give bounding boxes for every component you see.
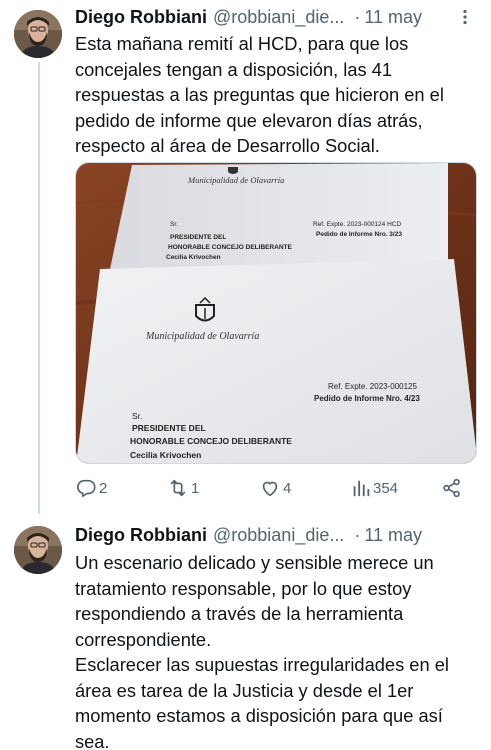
- back-doc-pedido: Pedido de Informe Nro. 3/23: [316, 231, 402, 238]
- back-doc-ref: Ref. Expte. 2023-000124 HCD: [313, 221, 401, 228]
- tweet-paragraph-1: Un escenario delicado y sensible merece …: [75, 552, 434, 650]
- like-button[interactable]: 4: [259, 476, 291, 500]
- tweet-text: Esta mañana remití al HCD, para que los …: [75, 31, 481, 159]
- back-doc-line2: HONORABLE CONCEJO DELIBERANTE: [168, 244, 293, 251]
- separator-dot: ·: [354, 6, 361, 27]
- views-icon: [353, 480, 370, 497]
- like-icon: [262, 481, 278, 497]
- back-doc-sr: Sr.: [170, 221, 178, 228]
- views-count: 354: [373, 479, 399, 497]
- tweet-text-body: Esta mañana remití al HCD, para que los …: [75, 33, 444, 156]
- front-doc-line2: HONORABLE CONCEJO DELIBERANTE: [130, 436, 292, 446]
- avatar-image: [14, 10, 62, 58]
- author-name[interactable]: Diego Robbiani: [75, 525, 207, 546]
- reply-count: 2: [99, 479, 108, 497]
- author-handle[interactable]: @robbiani_die...: [213, 525, 344, 546]
- reply-icon: [77, 479, 96, 498]
- avatar-image: [14, 526, 62, 574]
- tweet-2[interactable]: Diego Robbiani @robbiani_die... · 11 may…: [0, 514, 491, 750]
- front-doc-line3: Cecilia Krivochen: [130, 450, 201, 460]
- like-count: 4: [283, 479, 292, 497]
- share-button[interactable]: [441, 476, 463, 500]
- front-doc-ref: Ref. Expte. 2023-000125: [328, 382, 418, 391]
- avatar[interactable]: [14, 10, 62, 58]
- tweet-date[interactable]: 11 may: [364, 525, 422, 546]
- front-doc-sr: Sr.: [132, 411, 142, 421]
- back-doc-line1: PRESIDENTE DEL: [170, 234, 226, 241]
- back-doc-line3: Cecilia Krivochen: [166, 254, 221, 261]
- tweet-actions: 2 1 4 354: [75, 476, 465, 500]
- back-doc-municipality: Municipalidad de Olavarría: [187, 175, 284, 185]
- author-name[interactable]: Diego Robbiani: [75, 7, 207, 28]
- retweet-count: 1: [191, 479, 200, 497]
- views-button[interactable]: 354: [351, 476, 398, 500]
- tweet-header: Diego Robbiani @robbiani_die... · 11 may: [75, 524, 477, 546]
- retweet-icon: [170, 479, 186, 497]
- front-doc-municipality: Municipalidad de Olavarría: [145, 331, 259, 342]
- back-document-crest: [228, 167, 238, 174]
- retweet-button[interactable]: 1: [167, 476, 199, 500]
- author-handle[interactable]: @robbiani_die...: [213, 7, 344, 28]
- tweet-photo[interactable]: Municipalidad de Olavarría Ref. Expte. 2…: [75, 162, 477, 464]
- tweet-1[interactable]: Diego Robbiani @robbiani_die... · 11 may…: [0, 0, 491, 514]
- tweet-paragraph-2: Esclarecer las supuestas irregularidades…: [75, 654, 449, 750]
- reply-button[interactable]: 2: [75, 476, 107, 500]
- share-icon: [443, 478, 460, 498]
- avatar[interactable]: [14, 526, 62, 574]
- documents-photo: Municipalidad de Olavarría Ref. Expte. 2…: [76, 163, 476, 463]
- front-doc-pedido: Pedido de Informe Nro. 4/23: [314, 394, 420, 403]
- more-icon[interactable]: [455, 8, 475, 26]
- separator-dot: ·: [354, 524, 361, 545]
- front-doc-line1: PRESIDENTE DEL: [132, 423, 206, 433]
- tweet-date[interactable]: 11 may: [364, 7, 422, 28]
- tweet-header: Diego Robbiani @robbiani_die... · 11 may: [75, 6, 477, 28]
- tweet-text: Un escenario delicado y sensible merece …: [75, 550, 481, 750]
